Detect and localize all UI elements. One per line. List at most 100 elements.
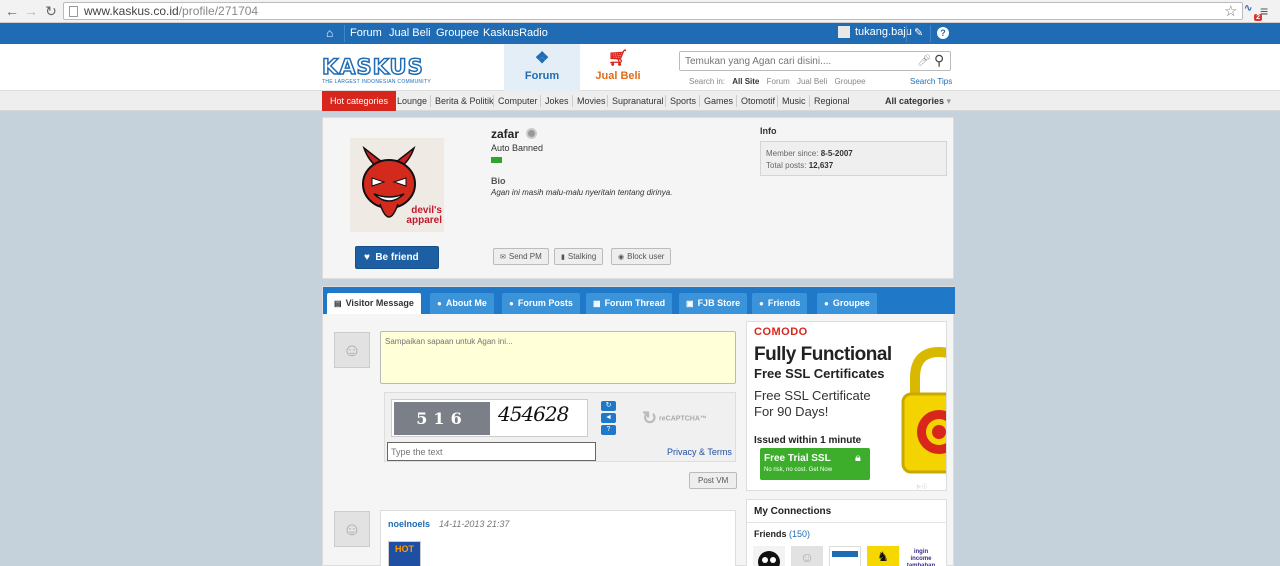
category-movies[interactable]: Movies (577, 91, 606, 111)
category-otomotif[interactable]: Otomotif (741, 91, 775, 111)
comodo-ad[interactable]: COMODO Fully Functional Free SSL Certifi… (746, 321, 947, 491)
category-computer[interactable]: Computer (498, 91, 538, 111)
top-link-kaskusradio[interactable]: KaskusRadio (483, 27, 548, 39)
top-link-forum[interactable]: Forum (350, 27, 382, 39)
free-trial-ssl-button[interactable]: Free Trial SSL No risk, no cost. Get Now… (760, 448, 870, 480)
message-image[interactable]: HOT (388, 541, 421, 566)
profile-tab-panel: ▤ Visitor Message ● About Me ● Forum Posts … (322, 286, 955, 566)
mini-avatar (838, 26, 850, 39)
bookmark-star-icon[interactable]: ☆ (1224, 2, 1237, 20)
member-since-value: 8-5-2007 (820, 149, 853, 158)
top-link-groupee[interactable]: Groupee (436, 27, 479, 39)
tab-groupee-label: Groupee (832, 298, 870, 308)
search-opt-jualbeli[interactable]: Jual Beli (797, 77, 827, 86)
category-supranatural[interactable]: Supranatural (612, 91, 664, 111)
search-opt-allsite[interactable]: All Site (732, 77, 759, 86)
tab-friends[interactable]: ● Friends (752, 293, 808, 314)
kaskus-logo[interactable]: KASKUS THE LARGEST INDONESIAN COMMUNITY (321, 56, 431, 85)
tab-about-me[interactable]: ● About Me (430, 293, 494, 314)
cart-icon: 🛒︎ (607, 50, 629, 67)
url-path: /profile/271704 (178, 4, 259, 18)
extension-icon[interactable]: ∿ 2 (1244, 3, 1262, 21)
forward-icon[interactable]: → (23, 3, 39, 19)
tab-forum-posts[interactable]: ● Forum Posts (502, 293, 580, 314)
mic-icon[interactable]: 🎤︎ (917, 54, 931, 67)
block-user-button[interactable]: ◉ Block user (611, 248, 672, 265)
browser-menu-icon[interactable]: ≡ (1260, 3, 1268, 19)
friend-avatar[interactable]: ingin income tambahan (905, 546, 937, 566)
search-input[interactable] (680, 52, 910, 70)
envelope-icon: ✉ (500, 254, 506, 261)
category-jokes[interactable]: Jokes (545, 91, 569, 111)
friends-count[interactable]: (150) (789, 529, 810, 539)
ad-headline: Fully Functional (754, 344, 892, 365)
friend-avatar-text: ingin income tambahan (906, 549, 936, 566)
forum-icon: ❖ (534, 50, 550, 67)
tab-forum-thread-label: Forum Thread (604, 298, 666, 308)
stalking-button[interactable]: ▮ Stalking (554, 248, 604, 265)
captcha-word-text: 454628 (498, 402, 569, 426)
header-tab-forum[interactable]: ❖ Forum (504, 44, 580, 91)
search-tips-link[interactable]: Search Tips (910, 77, 952, 86)
hot-categories-button[interactable]: Hot categories (322, 91, 397, 111)
groupee-icon: ● (824, 299, 829, 308)
back-icon[interactable]: ← (4, 3, 20, 19)
home-icon[interactable]: ⌂ (326, 26, 333, 40)
divider (809, 95, 810, 107)
category-regional[interactable]: Regional (814, 91, 850, 111)
divider (777, 95, 778, 107)
eye-icon: ◉ (618, 254, 625, 261)
post-vm-button[interactable]: Post VM (689, 472, 738, 489)
friend-avatar[interactable]: ☺ (791, 546, 823, 566)
category-music[interactable]: Music (782, 91, 806, 111)
captcha-audio-icon[interactable]: ◄ (601, 413, 616, 423)
help-icon[interactable]: ? (937, 27, 949, 39)
search-opt-groupee[interactable]: Groupee (834, 77, 865, 86)
friends-icon: ● (759, 299, 764, 308)
ad-issued: Issued within 1 minute (754, 435, 862, 446)
friend-avatar[interactable] (753, 546, 785, 566)
heart-icon: ♥ (364, 252, 370, 263)
profile-avatar: devil's apparel (350, 138, 444, 232)
search-icon[interactable]: ⚲ (934, 52, 944, 69)
visitor-message-input[interactable] (380, 331, 736, 384)
top-link-jualbeli[interactable]: Jual Beli (389, 27, 431, 39)
avatar-caption: devil's apparel (406, 205, 442, 226)
logo-tagline: THE LARGEST INDONESIAN COMMUNITY (322, 79, 431, 85)
user-menu[interactable]: tukang.baju (838, 26, 912, 39)
info-label: Info (760, 126, 777, 136)
search-opt-forum[interactable]: Forum (767, 77, 790, 86)
send-pm-button[interactable]: ✉ Send PM (493, 248, 549, 265)
friends-label: Friends (754, 529, 787, 539)
search-box: 🎤︎ ⚲ (679, 51, 951, 71)
address-bar[interactable]: www.kaskus.co.id/profile/271704 (63, 2, 1243, 20)
tab-fjb-store[interactable]: ▣ FJB Store (679, 293, 748, 314)
be-friend-button[interactable]: ♥ Be friend (355, 246, 439, 269)
profile-panel: devil's apparel ♥ Be friend zafar Auto B… (322, 117, 954, 279)
captcha-refresh-icon[interactable]: ↻ (601, 401, 616, 411)
message-author[interactable]: noelnoels (388, 519, 430, 529)
friends-heading: Friends (150) (754, 529, 810, 539)
captcha-help-icon[interactable]: ? (601, 425, 616, 435)
tab-visitor-message[interactable]: ▤ Visitor Message (327, 293, 421, 314)
adchoices-icon[interactable]: ▷ ⓘ (917, 483, 927, 490)
message-author-avatar[interactable]: ☺ (334, 511, 370, 547)
ad-brand: COMODO (754, 326, 808, 338)
tab-forum-posts-label: Forum Posts (517, 298, 573, 308)
reload-icon[interactable]: ↻ (43, 3, 59, 19)
privacy-terms-link[interactable]: Privacy & Terms (667, 447, 732, 457)
friend-avatar[interactable]: ♞ (867, 546, 899, 566)
tab-forum-thread[interactable]: ▦ Forum Thread (586, 293, 673, 314)
category-games[interactable]: Games (704, 91, 733, 111)
captcha-input[interactable] (387, 442, 596, 461)
ad-text-2: For 90 Days! (754, 404, 829, 419)
header-tab-jualbeli[interactable]: 🛒︎ Jual Beli (580, 44, 656, 91)
friend-avatar[interactable] (829, 546, 861, 566)
all-categories-dropdown[interactable]: All categories ▾ (885, 91, 951, 111)
bio-label: Bio (491, 176, 506, 186)
category-berita-politik[interactable]: Berita & Politik (435, 91, 494, 111)
tab-groupee[interactable]: ● Groupee (817, 293, 877, 314)
category-sports[interactable]: Sports (670, 91, 696, 111)
category-lounge[interactable]: Lounge (397, 91, 427, 111)
pencil-icon[interactable]: ✎ (914, 26, 923, 39)
